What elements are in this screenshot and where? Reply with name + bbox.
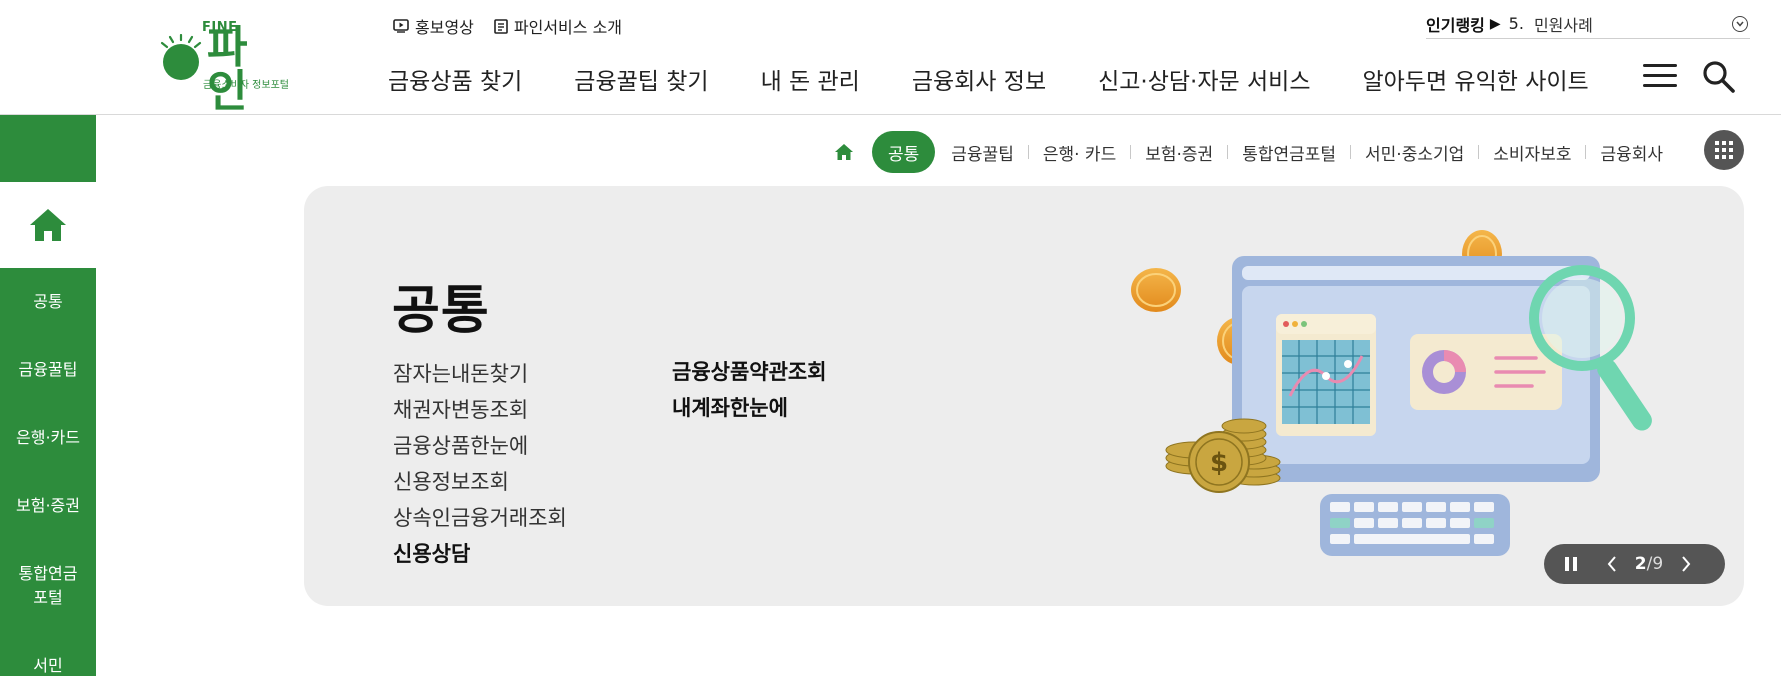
tab-consumer[interactable]: 소비자보호	[1493, 140, 1600, 165]
link-credit-counsel[interactable]: 신용상담	[393, 536, 567, 572]
sidebar-home-button[interactable]	[0, 182, 96, 268]
tab-common[interactable]: 공통	[872, 131, 936, 173]
link-creditor-change[interactable]: 채권자변동조회	[393, 392, 567, 428]
ranking-arrow-icon: ▶	[1489, 15, 1501, 32]
tab-company[interactable]: 금융회사	[1600, 140, 1663, 165]
service-intro-link[interactable]: 파인서비스 소개	[494, 14, 622, 38]
popular-ranking[interactable]: 인기랭킹 ▶ 5. 민원사례	[1426, 9, 1750, 39]
gnb-report-consult[interactable]: 신고·상담·자문 서비스	[1098, 62, 1310, 96]
promo-video-label: 홍보영상	[415, 18, 474, 37]
tab-divider	[1350, 145, 1352, 159]
document-icon	[494, 18, 508, 34]
link-dormant-money[interactable]: 잠자는내돈찾기	[393, 356, 567, 392]
computer-illustration: $	[1131, 230, 1652, 556]
banner-title: 공통	[392, 281, 490, 341]
link-terms-inquiry[interactable]: 금융상품약관조회	[672, 354, 827, 390]
tab-divider	[1130, 145, 1132, 159]
ranking-title: 인기랭킹	[1426, 15, 1485, 35]
home-icon	[835, 144, 853, 160]
tab-smb-label: 서민·중소기업	[1365, 144, 1465, 165]
grid-icon[interactable]	[1704, 130, 1744, 170]
tab-pension-label: 통합연금포털	[1242, 144, 1337, 165]
link-credit-info[interactable]: 신용정보조회	[393, 464, 567, 500]
chevron-left-icon[interactable]	[1598, 544, 1626, 584]
ranking-item-text: 민원사례	[1533, 15, 1593, 35]
tab-divider	[1585, 145, 1587, 159]
slide-total: /9	[1646, 554, 1664, 574]
tab-insurance-label: 보험·증권	[1145, 144, 1214, 165]
tab-smb[interactable]: 서민·중소기업	[1365, 140, 1493, 165]
tab-divider	[1027, 145, 1029, 159]
home-icon	[30, 209, 66, 241]
sidebar-item-smb[interactable]: 서민	[0, 632, 96, 700]
tab-home[interactable]	[830, 138, 858, 166]
gnb-my-money[interactable]: 내 돈 관리	[761, 62, 860, 96]
tab-bank-card[interactable]: 은행· 카드	[1043, 140, 1145, 165]
service-intro-label: 파인서비스 소개	[513, 18, 623, 37]
utility-links: 홍보영상 파인서비스 소개	[393, 14, 622, 38]
tab-consumer-label: 소비자보호	[1493, 144, 1572, 165]
category-tabs: 공통 금융꿀팁 은행· 카드 보험·증권 통합연금포털 서민·중소기업 소비자보…	[830, 130, 1663, 174]
chevron-right-icon[interactable]	[1672, 544, 1700, 584]
sidebar-item-bank-card[interactable]: 은행·카드	[0, 404, 96, 472]
site-header: FINE 파인 금융소비자 정보포털 홍보영상 파인서비스 소개 금융상품 찾기…	[0, 0, 1781, 115]
tab-bank-card-label: 은행· 카드	[1042, 144, 1117, 165]
link-heir-inquiry[interactable]: 상속인금융거래조회	[393, 500, 567, 536]
slide-counter: 2/9	[1626, 554, 1672, 574]
tab-company-label: 금융회사	[1600, 144, 1664, 165]
gnb-product-search[interactable]: 금융상품 찾기	[388, 62, 522, 96]
tab-tips[interactable]: 금융꿀팁	[951, 140, 1043, 165]
slide-controls: 2/9	[1544, 544, 1725, 584]
tab-insurance[interactable]: 보험·증권	[1145, 140, 1242, 165]
tab-pension[interactable]: 통합연금포털	[1242, 140, 1365, 165]
play-icon	[393, 19, 409, 33]
link-my-accounts[interactable]: 내계좌한눈에	[672, 390, 827, 426]
search-icon[interactable]	[1702, 60, 1736, 94]
logo-sunburst-icon	[160, 34, 202, 80]
sidebar-top-band	[0, 115, 96, 182]
promo-video-link[interactable]: 홍보영상	[393, 14, 474, 38]
gnb-finance-tips[interactable]: 금융꿀팁 찾기	[574, 62, 708, 96]
logo-subtitle: 금융소비자 정보포털	[203, 80, 289, 91]
chevron-down-icon[interactable]	[1732, 15, 1748, 32]
global-navigation: 금융상품 찾기 금융꿀팁 찾기 내 돈 관리 금융회사 정보 신고·상담·자문 …	[388, 62, 1641, 96]
gnb-useful-sites[interactable]: 알아두면 유익한 사이트	[1362, 62, 1588, 96]
gnb-company-info[interactable]: 금융회사 정보	[912, 62, 1046, 96]
sidebar-item-tips[interactable]: 금융꿀팁	[0, 336, 96, 404]
banner-links-col2: 금융상품약관조회 내계좌한눈에	[672, 354, 827, 426]
svg-text:$: $	[1210, 448, 1228, 478]
banner-links-col1: 잠자는내돈찾기 채권자변동조회 금융상품한눈에 신용정보조회 상속인금융거래조회…	[393, 356, 567, 572]
ranking-number: 5.	[1508, 14, 1524, 33]
tab-tips-label: 금융꿀팁	[951, 144, 1014, 165]
pause-icon[interactable]	[1544, 544, 1598, 584]
sidebar-item-insurance[interactable]: 보험·증권	[0, 472, 96, 540]
sidebar-item-common[interactable]: 공통	[0, 268, 96, 336]
quick-sidebar: 공통 금융꿀팁 은행·카드 보험·증권 통합연금 포털 서민	[0, 115, 96, 676]
logo-wordmark: 파인	[207, 22, 254, 117]
site-logo[interactable]: FINE 파인 금융소비자 정보포털	[157, 18, 297, 114]
hamburger-icon[interactable]	[1643, 62, 1679, 90]
tab-divider	[1227, 145, 1229, 159]
link-product-compare[interactable]: 금융상품한눈에	[393, 428, 567, 464]
slide-current: 2	[1634, 554, 1647, 574]
category-banner: 공통 잠자는내돈찾기 채권자변동조회 금융상품한눈에 신용정보조회 상속인금융거…	[304, 186, 1744, 606]
tab-divider	[1478, 145, 1480, 159]
sidebar-item-pension[interactable]: 통합연금 포털	[0, 540, 96, 632]
